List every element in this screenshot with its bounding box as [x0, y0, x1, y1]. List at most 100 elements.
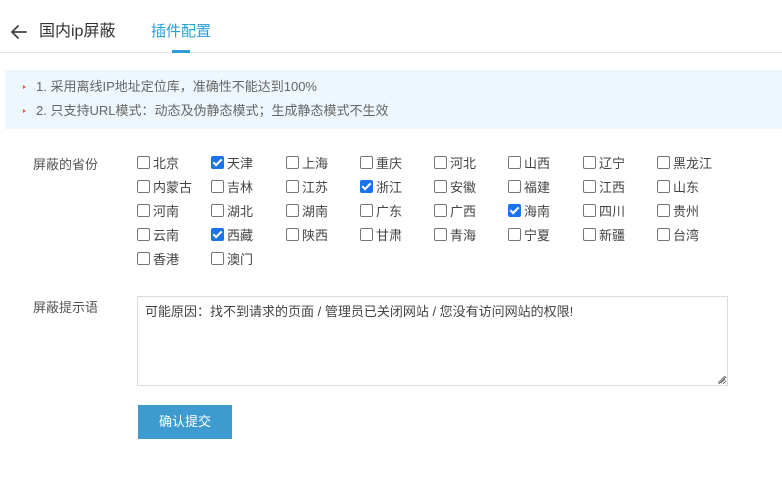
checkbox-icon[interactable] — [211, 252, 224, 266]
checkbox-icon[interactable] — [657, 180, 670, 194]
checkbox-icon[interactable] — [286, 228, 299, 242]
checkbox-icon[interactable] — [434, 204, 447, 218]
province-option[interactable]: 黑龙江 — [657, 155, 712, 172]
province-option[interactable]: 天津 — [211, 155, 253, 172]
province-label: 黑龙江 — [673, 156, 713, 171]
province-label: 广西 — [450, 204, 477, 219]
header-bar: 国内ip屏蔽 插件配置 — [0, 0, 782, 53]
province-option[interactable]: 北京 — [137, 155, 179, 172]
checkbox-icon[interactable] — [211, 180, 224, 194]
checkbox-icon[interactable] — [583, 156, 596, 170]
province-option[interactable]: 湖北 — [211, 203, 253, 220]
notice-line-2: 2. 只支持URL模式：动态及伪静态模式；生成静态模式不生效 — [23, 103, 388, 119]
bullet-icon — [23, 84, 26, 89]
checkbox-icon[interactable] — [286, 204, 299, 218]
checkbox-checked-icon[interactable] — [360, 180, 373, 194]
province-option[interactable]: 青海 — [434, 227, 476, 244]
province-option[interactable]: 澳门 — [211, 251, 253, 268]
province-option[interactable]: 重庆 — [360, 155, 402, 172]
province-option[interactable]: 西藏 — [211, 227, 253, 244]
province-label: 内蒙古 — [153, 180, 193, 195]
province-label: 新疆 — [599, 228, 626, 243]
checkbox-icon[interactable] — [137, 204, 150, 218]
province-option[interactable]: 香港 — [137, 251, 179, 268]
checkbox-icon[interactable] — [657, 228, 670, 242]
province-option[interactable]: 宁夏 — [508, 227, 550, 244]
province-label: 西藏 — [227, 228, 254, 243]
province-label: 陕西 — [302, 228, 329, 243]
checkbox-icon[interactable] — [137, 252, 150, 266]
province-label: 宁夏 — [524, 228, 551, 243]
checkbox-icon[interactable] — [360, 204, 373, 218]
checkbox-icon[interactable] — [137, 180, 150, 194]
province-option[interactable]: 辽宁 — [583, 155, 625, 172]
province-label: 青海 — [450, 228, 477, 243]
province-option[interactable]: 山东 — [657, 179, 699, 196]
checkbox-checked-icon[interactable] — [508, 204, 521, 218]
province-option[interactable]: 福建 — [508, 179, 550, 196]
province-label: 台湾 — [673, 228, 700, 243]
checkbox-icon[interactable] — [360, 156, 373, 170]
province-option[interactable]: 云南 — [137, 227, 179, 244]
province-option[interactable]: 广东 — [360, 203, 402, 220]
checkbox-icon[interactable] — [508, 228, 521, 242]
province-option[interactable]: 湖南 — [286, 203, 328, 220]
province-label: 吉林 — [227, 180, 254, 195]
province-option[interactable]: 贵州 — [657, 203, 699, 220]
checkbox-icon[interactable] — [211, 204, 224, 218]
active-tab-indicator — [172, 50, 190, 53]
province-option[interactable]: 河北 — [434, 155, 476, 172]
notice-text: 1. 采用离线IP地址定位库，准确性不能达到100% — [36, 79, 317, 94]
province-option[interactable]: 陕西 — [286, 227, 328, 244]
province-option[interactable]: 广西 — [434, 203, 476, 220]
province-option[interactable]: 新疆 — [583, 227, 625, 244]
province-label: 安徽 — [450, 180, 477, 195]
province-option[interactable]: 上海 — [286, 155, 328, 172]
checkbox-icon[interactable] — [508, 180, 521, 194]
province-option[interactable]: 江苏 — [286, 179, 328, 196]
province-label: 云南 — [153, 228, 180, 243]
checkbox-icon[interactable] — [583, 180, 596, 194]
checkbox-icon[interactable] — [434, 156, 447, 170]
province-option[interactable]: 浙江 — [360, 179, 402, 196]
checkbox-icon[interactable] — [434, 180, 447, 194]
province-label: 贵州 — [673, 204, 700, 219]
checkbox-icon[interactable] — [360, 228, 373, 242]
province-option[interactable]: 河南 — [137, 203, 179, 220]
province-label: 河北 — [450, 156, 477, 171]
tab-plugin-config[interactable]: 插件配置 — [151, 22, 211, 42]
province-label: 澳门 — [227, 252, 254, 267]
bullet-icon — [23, 108, 26, 113]
checkbox-checked-icon[interactable] — [211, 228, 224, 242]
checkbox-icon[interactable] — [137, 156, 150, 170]
provinces-label: 屏蔽的省份 — [33, 157, 99, 172]
province-label: 湖南 — [302, 204, 329, 219]
checkbox-icon[interactable] — [434, 228, 447, 242]
province-option[interactable]: 四川 — [583, 203, 625, 220]
back-arrow-icon[interactable] — [8, 20, 30, 42]
province-label: 天津 — [227, 156, 254, 171]
province-label: 重庆 — [376, 156, 403, 171]
checkbox-icon[interactable] — [286, 156, 299, 170]
checkbox-checked-icon[interactable] — [211, 156, 224, 170]
province-label: 上海 — [302, 156, 329, 171]
province-option[interactable]: 安徽 — [434, 179, 476, 196]
checkbox-icon[interactable] — [508, 156, 521, 170]
checkbox-icon[interactable] — [286, 180, 299, 194]
checkbox-icon[interactable] — [583, 228, 596, 242]
province-label: 浙江 — [376, 180, 403, 195]
message-textarea[interactable]: 可能原因：找不到请求的页面 / 管理员已关闭网站 / 您没有访问网站的权限! — [137, 296, 728, 386]
province-option[interactable]: 内蒙古 — [137, 179, 192, 196]
checkbox-icon[interactable] — [583, 204, 596, 218]
province-option[interactable]: 吉林 — [211, 179, 253, 196]
province-option[interactable]: 山西 — [508, 155, 550, 172]
province-label: 甘肃 — [376, 228, 403, 243]
checkbox-icon[interactable] — [137, 228, 150, 242]
province-option[interactable]: 台湾 — [657, 227, 699, 244]
province-option[interactable]: 海南 — [508, 203, 550, 220]
province-option[interactable]: 甘肃 — [360, 227, 402, 244]
checkbox-icon[interactable] — [657, 204, 670, 218]
province-option[interactable]: 江西 — [583, 179, 625, 196]
submit-button[interactable]: 确认提交 — [138, 405, 232, 439]
checkbox-icon[interactable] — [657, 156, 670, 170]
